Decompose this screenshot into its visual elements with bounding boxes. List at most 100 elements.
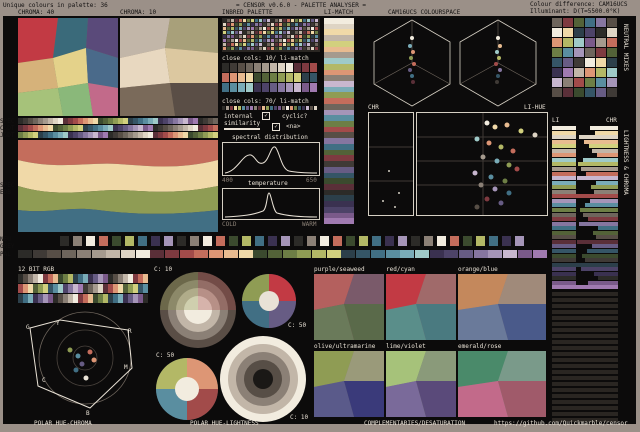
close-col-swatch: [286, 73, 293, 82]
github-url[interactable]: https://github.com/Quickmarble/censor: [494, 420, 628, 427]
inbred-cell: [299, 31, 302, 34]
inbred-cell: [263, 35, 266, 38]
close-col-swatch: [286, 106, 289, 110]
mix-swatch: [574, 58, 584, 67]
chroma-bar: [579, 135, 618, 140]
neutral-swatch: [333, 236, 342, 246]
inbred-cell: [295, 43, 298, 46]
inbred-cell: [255, 47, 258, 50]
mix-swatch: [563, 18, 573, 27]
close-col-swatch: [222, 106, 225, 110]
inbred-cell: [291, 27, 294, 30]
header-bar: Unique colours in palette: 36 = CENSOR v…: [0, 0, 640, 16]
lihue-point: [484, 196, 490, 202]
close-col-swatch: [262, 63, 269, 72]
inbred-cell: [287, 47, 290, 50]
strip-cell: [213, 125, 218, 131]
inbred-cell: [239, 31, 242, 34]
inbred-cell: [295, 27, 298, 30]
hue-letter-m: M: [124, 364, 128, 371]
neutral-swatch: [125, 236, 134, 246]
inbred-cell: [295, 31, 298, 34]
inbred-cell: [291, 35, 294, 38]
cyclic-checkbox[interactable]: ✓: [272, 123, 280, 131]
palette-swatch: [91, 250, 106, 258]
inbred-cell: [263, 23, 266, 26]
inbred-cell: [227, 43, 230, 46]
inbred-cell: [251, 23, 254, 26]
inbred-cell: [287, 23, 290, 26]
close-col-swatch: [302, 83, 309, 92]
close-col-swatch: [262, 73, 269, 82]
inbred-cell: [263, 19, 266, 22]
close-col-swatch: [310, 63, 317, 72]
inbred-cell: [231, 39, 234, 42]
inbred-cell: [315, 43, 318, 46]
lightness-bar: [552, 194, 576, 199]
lihue-point: [494, 158, 500, 164]
inbred-cell: [279, 23, 282, 26]
inbred-cell: [255, 19, 258, 22]
lihue-plot: [416, 112, 548, 216]
chr2-label: CHR: [606, 117, 617, 124]
neutral-swatch: [177, 236, 186, 246]
mix-swatch: [552, 88, 562, 97]
inbred-cell: [251, 35, 254, 38]
inbred-cell: [283, 39, 286, 42]
inbred-cell: [243, 19, 246, 22]
inbred-cell: [287, 19, 290, 22]
palette-swatch: [385, 250, 400, 258]
inbred-cell: [295, 23, 298, 26]
neutral-swatch: [359, 236, 368, 246]
lightness-bar: [552, 271, 576, 276]
neutral-swatch: [307, 236, 316, 246]
lightness-bar: [552, 258, 576, 263]
inbred-cell: [271, 35, 274, 38]
close-col-swatch: [302, 73, 309, 82]
inbred-cell: [235, 35, 238, 38]
inbred-cell: [243, 23, 246, 26]
neutral-row: [18, 236, 548, 248]
lihue-point: [506, 162, 512, 168]
chroma-bar: [594, 271, 618, 276]
hue-letter-r: R: [128, 328, 132, 335]
limatch-swatch: [324, 218, 354, 225]
inbred-cell: [283, 43, 286, 46]
chroma-bar: [577, 176, 618, 181]
inbred-cell: [251, 43, 254, 46]
chroma10-map: [120, 18, 218, 116]
palette-swatch: [32, 250, 47, 258]
palette-swatch: [106, 250, 121, 258]
mix-swatch: [563, 48, 573, 57]
close-col-swatch: [282, 106, 285, 110]
inbred-cell: [235, 23, 238, 26]
similarity-checkbox[interactable]: ✓: [262, 112, 270, 120]
lightness-bar: [552, 212, 576, 217]
empty-bar: [552, 316, 618, 320]
nm650-label: 650: [306, 177, 317, 184]
right-margin: [636, 16, 640, 424]
inbred-cell: [283, 27, 286, 30]
empty-bar: [552, 352, 618, 356]
inbred-cell: [255, 31, 258, 34]
palette-swatch: [18, 250, 32, 258]
empty-bar: [552, 292, 618, 296]
inbred-cell: [275, 23, 278, 26]
empty-bar: [552, 406, 618, 410]
mix-swatch: [596, 58, 606, 67]
inbred-cell: [283, 35, 286, 38]
inbred-cell: [283, 23, 286, 26]
app-title: = CENSOR v0.6.0 - PALETTE ANALYSER =: [236, 2, 367, 9]
close-col-swatch: [302, 63, 309, 72]
empty-bar: [552, 340, 618, 344]
mix-swatch: [563, 78, 573, 87]
inbred-cell: [307, 47, 310, 50]
emerald-rose-label: emerald/rose: [458, 343, 502, 350]
inbred-cell: [267, 19, 270, 22]
complementary-orange-blue: [458, 274, 546, 340]
inbred-cell: [307, 19, 310, 22]
neutral-swatch: [138, 236, 147, 246]
close-col-swatch: [246, 73, 253, 82]
side-label-neutral-mixes: NEUTRAL MIXES: [622, 24, 629, 71]
palette-swatch: [473, 250, 488, 258]
